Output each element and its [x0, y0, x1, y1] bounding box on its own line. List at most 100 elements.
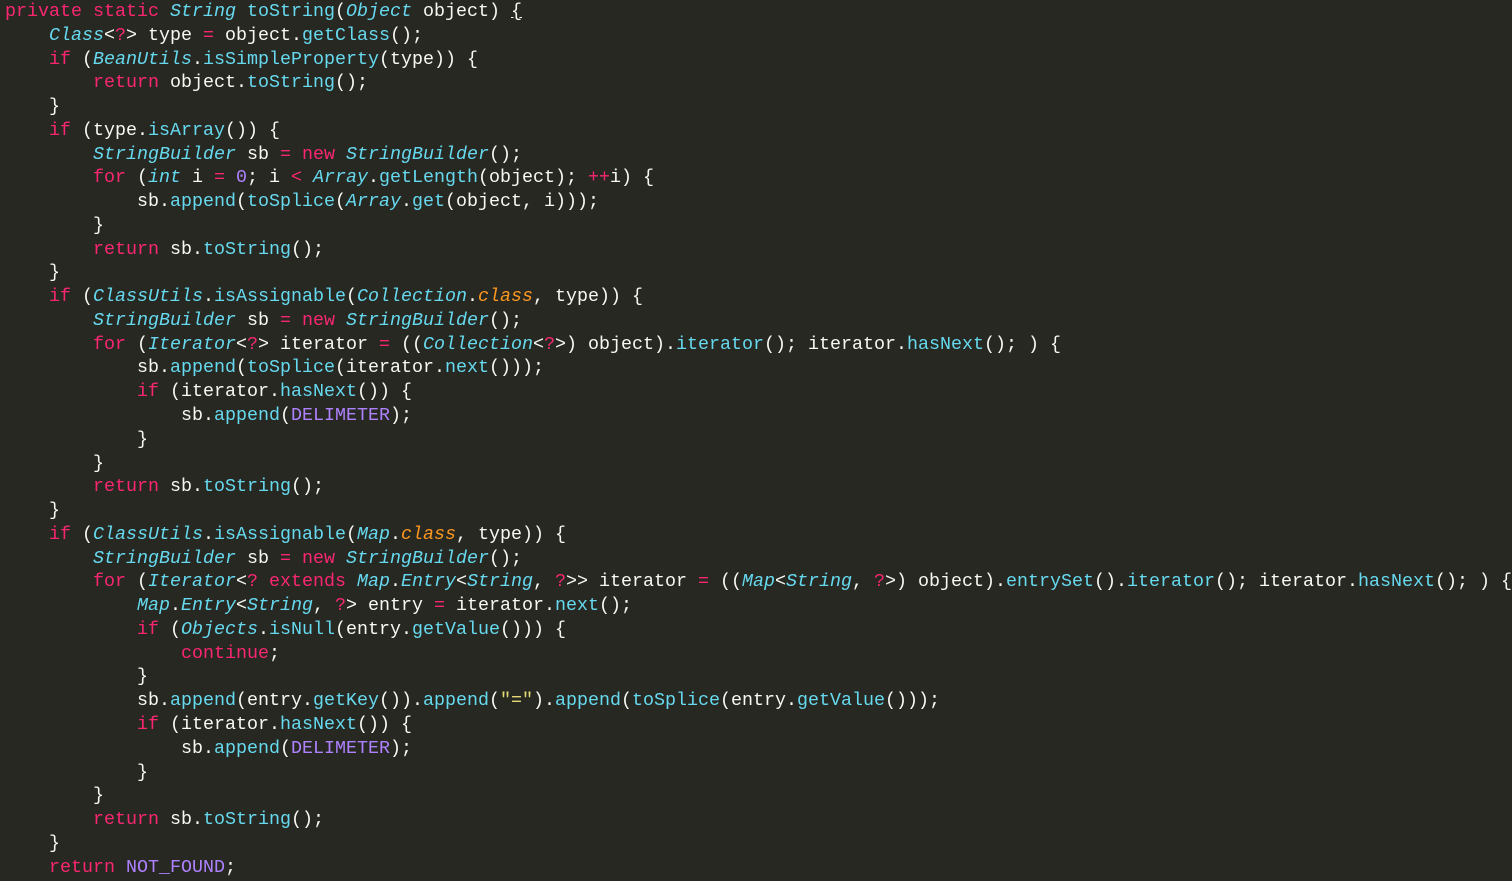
- code-token: ();: [488, 547, 522, 569]
- code-token: if: [136, 713, 159, 735]
- code-line[interactable]: StringBuilder sb = new StringBuilder();: [5, 143, 1512, 167]
- code-line[interactable]: return sb.toString();: [5, 475, 1512, 499]
- code-token: String: [170, 1, 236, 22]
- code-token: }: [5, 262, 60, 284]
- code-token: }: [5, 452, 104, 474]
- code-line[interactable]: sb.append(toSplice(iterator.next()));: [5, 356, 1512, 380]
- code-token: .: [368, 167, 379, 189]
- code-line[interactable]: Class<?> type = object.getClass();: [5, 24, 1512, 48]
- code-line[interactable]: StringBuilder sb = new StringBuilder();: [5, 547, 1512, 571]
- code-line[interactable]: if (ClassUtils.isAssignable(Collection.c…: [5, 285, 1512, 309]
- code-line[interactable]: }: [5, 261, 1512, 285]
- code-token: isAssignable: [214, 523, 346, 545]
- code-token: Array: [313, 167, 368, 189]
- code-token: sb.: [5, 191, 170, 213]
- code-line[interactable]: }: [5, 95, 1512, 119]
- code-token: );: [389, 737, 412, 759]
- code-token: sb: [235, 309, 280, 331]
- code-line[interactable]: StringBuilder sb = new StringBuilder();: [5, 309, 1512, 333]
- code-line[interactable]: }: [5, 832, 1512, 856]
- code-line[interactable]: if (BeanUtils.isSimpleProperty(type)) {: [5, 48, 1512, 72]
- code-token: =: [433, 595, 445, 617]
- code-line[interactable]: Map.Entry<String, ?> entry = iterator.ne…: [5, 594, 1512, 618]
- code-token: ClassUtils: [93, 523, 203, 545]
- code-token: return: [93, 809, 159, 831]
- code-token: (iterator.: [158, 713, 280, 735]
- code-token: <: [291, 167, 302, 189]
- code-token: (entry.: [334, 618, 412, 640]
- code-line[interactable]: return sb.toString();: [5, 238, 1512, 262]
- code-token: , type)) {: [532, 286, 643, 308]
- code-token: StringBuilder: [345, 309, 489, 331]
- code-line[interactable]: for (Iterator<?> iterator = ((Collection…: [5, 333, 1512, 357]
- code-token: isNull: [268, 618, 335, 640]
- code-line[interactable]: }: [5, 784, 1512, 808]
- code-line[interactable]: return object.toString();: [5, 71, 1512, 95]
- code-token: }: [5, 761, 148, 783]
- code-token: <: [774, 571, 786, 593]
- code-token: if: [49, 119, 71, 141]
- code-line[interactable]: private static String toString(Object ob…: [5, 0, 1512, 24]
- code-line[interactable]: sb.append(entry.getKey()).append("=").ap…: [5, 689, 1512, 713]
- code-token: toSplice: [631, 690, 720, 712]
- code-line[interactable]: }: [5, 428, 1512, 452]
- code-line[interactable]: return sb.toString();: [5, 808, 1512, 832]
- code-editor[interactable]: private static String toString(Object ob…: [5, 0, 1512, 879]
- code-token: sb.: [5, 405, 214, 427]
- code-line[interactable]: if (iterator.hasNext()) {: [5, 713, 1512, 737]
- code-token: isSimpleProperty: [203, 48, 379, 70]
- code-token: Map: [136, 595, 170, 617]
- code-line[interactable]: if (ClassUtils.isAssignable(Map.class, t…: [5, 523, 1512, 547]
- code-token: (object, i)));: [444, 191, 599, 213]
- code-line[interactable]: sb.append(toSplice(Array.get(object, i))…: [5, 190, 1512, 214]
- code-token: (); ) {: [983, 333, 1061, 355]
- code-line[interactable]: }: [5, 499, 1512, 523]
- code-token: toString: [247, 72, 335, 94]
- code-token: if: [49, 48, 71, 70]
- code-token: StringBuilder: [93, 547, 236, 569]
- code-line[interactable]: return NOT_FOUND;: [5, 856, 1512, 880]
- code-token: sb.: [159, 238, 203, 260]
- code-token: extends: [269, 571, 346, 593]
- code-token: (: [126, 571, 148, 593]
- code-token: ?: [873, 571, 885, 593]
- code-line[interactable]: for (Iterator<? extends Map.Entry<String…: [5, 570, 1512, 594]
- code-line[interactable]: continue;: [5, 642, 1512, 666]
- code-token: Entry: [401, 571, 456, 593]
- code-token: (: [158, 618, 181, 640]
- code-line[interactable]: sb.append(DELIMETER);: [5, 737, 1512, 761]
- code-line[interactable]: }: [5, 665, 1512, 689]
- code-token: Map: [356, 523, 390, 545]
- code-token: <: [236, 333, 247, 355]
- code-token: }: [5, 500, 60, 522]
- code-line[interactable]: if (type.isArray()) {: [5, 119, 1512, 143]
- code-line[interactable]: sb.append(DELIMETER);: [5, 404, 1512, 428]
- code-token: }: [5, 214, 104, 236]
- code-token: sb.: [159, 476, 203, 498]
- code-token: Array: [345, 191, 401, 213]
- code-token: Class: [49, 24, 104, 46]
- code-token: Iterator: [148, 571, 236, 593]
- code-token: .: [203, 523, 214, 545]
- code-token: for: [93, 167, 126, 189]
- code-token: ()) {: [356, 381, 412, 403]
- code-line[interactable]: }: [5, 761, 1512, 785]
- code-line[interactable]: if (iterator.hasNext()) {: [5, 380, 1512, 404]
- code-line[interactable]: }: [5, 214, 1512, 238]
- code-line[interactable]: }: [5, 452, 1512, 476]
- code-token: }: [5, 428, 148, 450]
- code-line[interactable]: if (Objects.isNull(entry.getValue())) {: [5, 618, 1512, 642]
- code-token: ()));: [488, 357, 544, 379]
- code-line[interactable]: for (int i = 0; i < Array.getLength(obje…: [5, 166, 1512, 190]
- code-token: );: [389, 405, 412, 427]
